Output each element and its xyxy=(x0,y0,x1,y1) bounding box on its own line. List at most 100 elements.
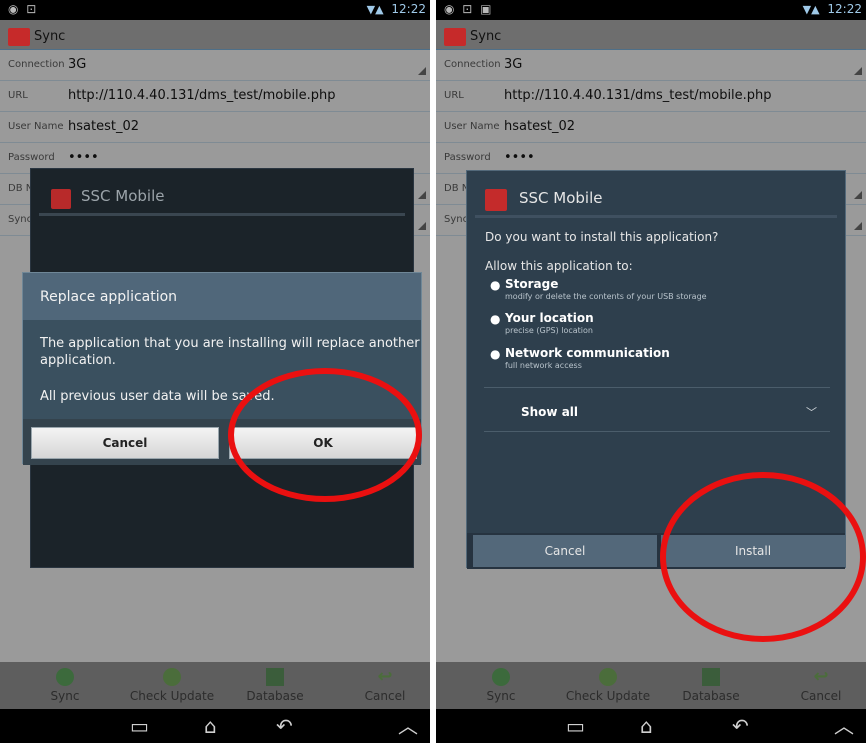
notification-icons: ◉ ⊡ ▣ xyxy=(444,2,494,16)
up-chevron-icon[interactable]: ︿ xyxy=(398,715,418,737)
right-screenshot: ◉ ⊡ ▣ ▼▲ 12:22 Sync Connection 3G URL ht… xyxy=(436,0,866,743)
cancel-tab[interactable]: ↩ Cancel xyxy=(788,662,854,709)
install-question: Do you want to install this application? xyxy=(485,230,719,244)
show-all-toggle[interactable]: Show all xyxy=(521,405,578,419)
database-icon xyxy=(702,668,720,686)
undo-icon: ↩ xyxy=(813,666,829,687)
home-icon[interactable]: ⌂ xyxy=(204,715,217,737)
annotation-circle xyxy=(660,472,866,642)
bullet-icon: ● xyxy=(490,312,501,326)
dropdown-icon xyxy=(854,67,862,75)
chevron-down-icon[interactable]: ﹀ xyxy=(806,404,817,420)
permission-title: Your location xyxy=(505,311,594,325)
password-value: •••• xyxy=(504,150,535,165)
user-row[interactable]: User Name hsatest_02 xyxy=(436,112,866,143)
permission-desc: precise (GPS) location xyxy=(505,326,593,335)
user-label: User Name xyxy=(444,121,500,132)
password-label: Password xyxy=(8,152,55,163)
url-label: URL xyxy=(444,90,464,101)
permission-desc: full network access xyxy=(505,361,582,370)
annotation-circle xyxy=(228,368,422,502)
ssc-app-icon xyxy=(485,189,507,211)
url-value: http://110.4.40.131/dms_test/mobile.php xyxy=(504,88,772,103)
app-title: Sync xyxy=(470,29,502,44)
database-label: Database xyxy=(246,689,304,703)
sync-tab-label: Sync xyxy=(50,689,80,703)
signal-icon: ▼▲ xyxy=(802,3,820,16)
permission-storage: ● Storage modify or delete the contents … xyxy=(490,277,707,301)
cancel-tab-label: Cancel xyxy=(364,689,406,703)
dropdown-icon xyxy=(418,67,426,75)
dialog-title: SSC Mobile xyxy=(519,189,603,207)
database-tab[interactable]: Database xyxy=(674,662,748,709)
password-label: Password xyxy=(444,152,491,163)
cancel-tab-label: Cancel xyxy=(800,689,842,703)
android-nav-bar: ▭ ⌂ ↶ ︿ xyxy=(436,709,866,743)
title-bar: Sync xyxy=(436,20,866,50)
database-label: Database xyxy=(682,689,740,703)
cancel-tab[interactable]: ↩ Cancel xyxy=(352,662,418,709)
sync-icon xyxy=(56,668,74,686)
password-value: •••• xyxy=(68,150,99,165)
sync-label: Sync xyxy=(444,214,469,225)
user-label: User Name xyxy=(8,121,64,132)
permissions-heading: Allow this application to: xyxy=(485,259,633,273)
home-icon[interactable]: ⌂ xyxy=(640,715,653,737)
check-update-label: Check Update xyxy=(129,689,215,703)
url-row[interactable]: URL http://110.4.40.131/dms_test/mobile.… xyxy=(436,81,866,112)
bullet-icon: ● xyxy=(490,278,501,292)
bullet-icon: ● xyxy=(490,347,501,361)
sync-icon xyxy=(492,668,510,686)
cancel-button[interactable]: Cancel xyxy=(473,535,657,567)
database-icon xyxy=(266,668,284,686)
sync-label: Sync xyxy=(8,214,33,225)
back-icon[interactable]: ↶ xyxy=(732,715,749,737)
up-chevron-icon[interactable]: ︿ xyxy=(834,715,854,737)
sync-tab[interactable]: Sync xyxy=(30,662,100,709)
status-time: 12:22 xyxy=(827,2,862,16)
divider xyxy=(39,213,405,216)
connection-value: 3G xyxy=(504,57,523,72)
status-time: 12:22 xyxy=(391,2,426,16)
user-row[interactable]: User Name hsatest_02 xyxy=(0,112,430,143)
check-update-tab[interactable]: Check Update xyxy=(122,662,222,709)
permission-title: Storage xyxy=(505,277,559,291)
check-update-tab[interactable]: Check Update xyxy=(558,662,658,709)
background-dialog-title: SSC Mobile xyxy=(81,187,165,205)
connection-row[interactable]: Connection 3G xyxy=(436,50,866,81)
dropdown-icon xyxy=(854,191,862,199)
gear-icon xyxy=(163,668,181,686)
database-tab[interactable]: Database xyxy=(238,662,312,709)
title-bar: Sync xyxy=(0,20,430,50)
url-row[interactable]: URL http://110.4.40.131/dms_test/mobile.… xyxy=(0,81,430,112)
dropdown-icon xyxy=(418,191,426,199)
cancel-button[interactable]: Cancel xyxy=(31,427,219,459)
check-update-label: Check Update xyxy=(565,689,651,703)
dropdown-icon xyxy=(854,222,862,230)
permission-network: ● Network communication full network acc… xyxy=(490,346,670,370)
status-bar: ◉ ⊡ ▣ ▼▲ 12:22 xyxy=(436,0,866,20)
bottom-toolbar: Sync Check Update Database ↩ Cancel xyxy=(436,662,866,709)
recent-apps-icon[interactable]: ▭ xyxy=(130,715,149,737)
dialog-message: The application that you are installing … xyxy=(40,336,420,368)
sync-tab[interactable]: Sync xyxy=(466,662,536,709)
status-bar: ◉ ⊡ ▼▲ 12:22 xyxy=(0,0,430,20)
connection-label: Connection xyxy=(444,59,501,70)
app-title: Sync xyxy=(34,29,66,44)
divider xyxy=(475,215,837,218)
permission-title: Network communication xyxy=(505,346,670,360)
back-icon[interactable]: ↶ xyxy=(276,715,293,737)
recent-apps-icon[interactable]: ▭ xyxy=(566,715,585,737)
user-value: hsatest_02 xyxy=(68,119,139,134)
connection-value: 3G xyxy=(68,57,87,72)
divider xyxy=(484,387,830,388)
left-screenshot: ◉ ⊡ ▼▲ 12:22 Sync Connection 3G URL http… xyxy=(0,0,430,743)
undo-icon: ↩ xyxy=(377,666,393,687)
notification-icons: ◉ ⊡ xyxy=(8,2,39,16)
dropdown-icon xyxy=(418,222,426,230)
status-right: ▼▲ 12:22 xyxy=(367,2,426,16)
connection-row[interactable]: Connection 3G xyxy=(0,50,430,81)
url-value: http://110.4.40.131/dms_test/mobile.php xyxy=(68,88,336,103)
gear-icon xyxy=(599,668,617,686)
permission-desc: modify or delete the contents of your US… xyxy=(505,292,707,301)
